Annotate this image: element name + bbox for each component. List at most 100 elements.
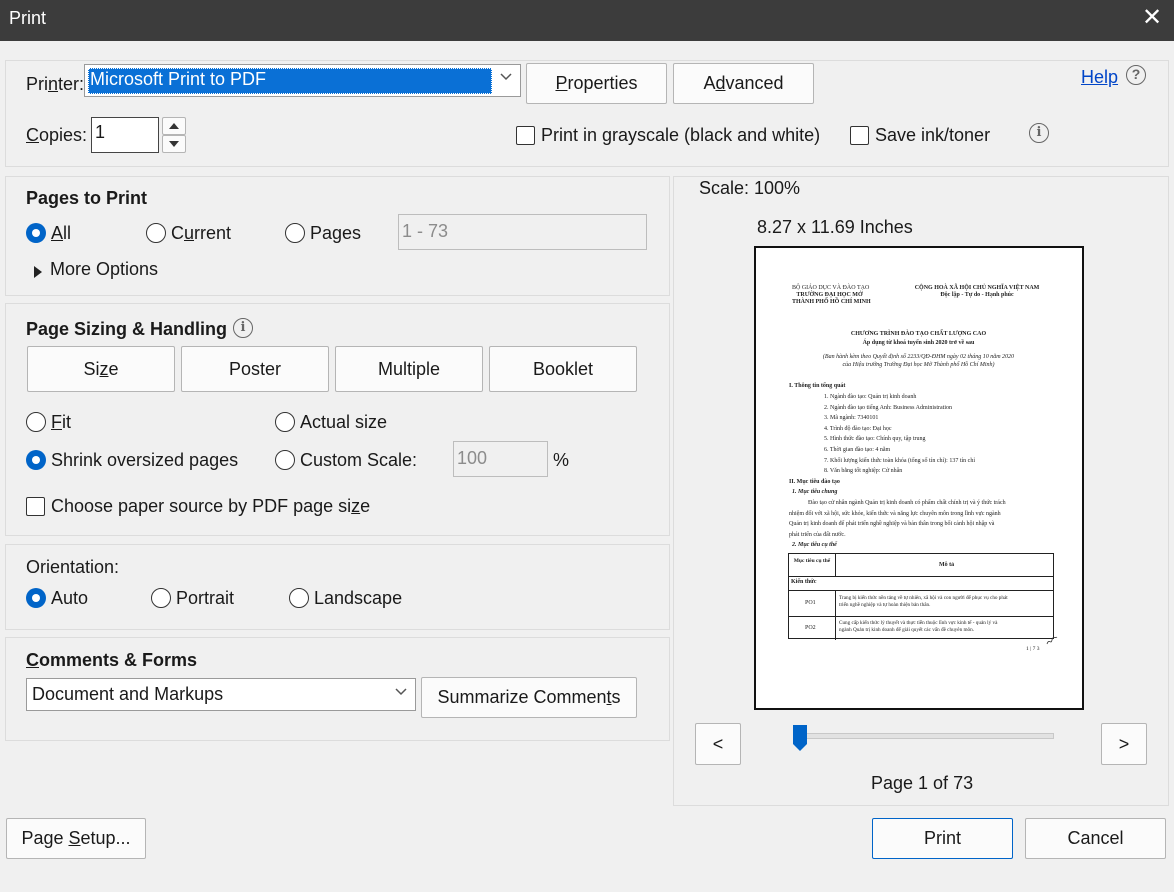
doc-decree-2: của Hiệu trưởng Trường Đại học Mở Thành … — [842, 362, 995, 368]
doc-para-line: phát triển của đất nước. — [789, 532, 846, 538]
doc-sub-2: 2. Mục tiêu cụ thể — [792, 542, 837, 548]
doc-item: 4. Trình độ đào tạo: Đại học — [824, 426, 892, 432]
pages-range-input[interactable]: 1 - 73 — [398, 214, 647, 250]
all-pages-label: All — [51, 223, 72, 243]
comments-forms-heading: Comments & Forms — [26, 650, 198, 670]
all-pages-radio[interactable] — [26, 223, 46, 243]
printer-selected-value: Microsoft Print to PDF — [90, 69, 267, 89]
pages-range-radio[interactable] — [285, 223, 305, 243]
doc-para-line: Đào tạo cử nhân ngành Quản trị kinh doan… — [808, 500, 1006, 506]
custom-scale-radio[interactable] — [275, 450, 295, 470]
doc-section-2: II. Mục tiêu đào tạo — [789, 479, 840, 485]
custom-scale-input[interactable]: 100 — [453, 441, 548, 477]
properties-button[interactable]: Properties — [526, 63, 667, 104]
page-indicator: Page 1 of 73 — [871, 773, 974, 793]
doc-item: 5. Hình thức đào tạo: Chính quy, tập tru… — [824, 436, 926, 442]
page-slider-track[interactable] — [796, 733, 1054, 739]
doc-table-group: Kiến thức — [791, 579, 817, 585]
doc-table-rule — [789, 616, 1053, 617]
comments-forms-selected-value: Document and Markups — [32, 684, 224, 704]
booklet-tab-button[interactable]: Booklet — [489, 346, 637, 392]
preview-size-text: 8.27 x 11.69 Inches — [757, 217, 913, 237]
copies-up-button[interactable] — [162, 117, 186, 135]
doc-left-header: BỘ GIÁO DỤC VÀ ĐÀO TẠO TRƯỜNG ĐẠI HỌC MỞ… — [792, 285, 871, 307]
chevron-down-icon — [499, 69, 513, 86]
shrink-oversized-radio[interactable] — [26, 450, 46, 470]
doc-subtitle: Áp dụng từ khoá tuyển sinh 2020 trở về s… — [862, 340, 975, 346]
more-options-triangle-icon[interactable] — [34, 262, 42, 283]
comments-forms-select[interactable]: Document and Markups — [26, 678, 416, 711]
actual-size-radio[interactable] — [275, 412, 295, 432]
summarize-comments-button[interactable]: Summarize Comments — [421, 677, 637, 718]
printer-select[interactable]: Microsoft Print to PDF — [84, 64, 521, 97]
doc-table-desc: ngành Quản trị kinh doanh để giải quyết … — [839, 627, 974, 633]
help-icon[interactable]: ? — [1126, 65, 1146, 85]
fit-radio[interactable] — [26, 412, 46, 432]
save-ink-label: Save ink/toner — [875, 125, 991, 145]
orientation-portrait-label: Portrait — [176, 588, 235, 608]
doc-table-rule — [835, 554, 836, 576]
doc-item: 1. Ngành đào tạo: Quản trị kinh doanh — [824, 394, 917, 400]
copies-input[interactable]: 1 — [91, 117, 159, 153]
multiple-tab-button[interactable]: Multiple — [335, 346, 483, 392]
window-title: Print — [9, 8, 47, 28]
current-page-radio[interactable] — [146, 223, 166, 243]
size-tab-button[interactable]: Size — [27, 346, 175, 392]
doc-city: THÀNH PHỐ HỒ CHÍ MINH — [792, 299, 871, 306]
next-page-button[interactable]: > — [1101, 723, 1147, 765]
page-sizing-heading: Page Sizing & Handling — [26, 319, 228, 339]
paper-source-label: Choose paper source by PDF page size — [51, 496, 371, 516]
shrink-oversized-label: Shrink oversized pages — [51, 450, 239, 470]
advanced-button[interactable]: Advanced — [673, 63, 814, 104]
doc-right-header: CỘNG HOÀ XÃ HỘI CHỦ NGHĨA VIỆT NAM Độc l… — [902, 285, 1052, 299]
orientation-landscape-label: Landscape — [314, 588, 403, 608]
more-options-toggle[interactable]: More Options — [50, 259, 158, 280]
doc-table-rule — [835, 590, 836, 640]
copies-label: Copies: — [26, 125, 88, 145]
grayscale-label: Print in grayscale (black and white) — [541, 125, 821, 145]
orientation-portrait-radio[interactable] — [151, 588, 171, 608]
previous-page-button[interactable]: < — [695, 723, 741, 765]
page-sizing-info-icon[interactable]: i — [233, 318, 253, 338]
help-link[interactable]: Help — [1081, 67, 1118, 88]
fit-label: Fit — [51, 412, 71, 432]
paper-source-checkbox[interactable] — [26, 497, 45, 516]
cancel-button[interactable]: Cancel — [1025, 818, 1166, 859]
doc-table-desc: triển nghề nghiệp và tự hoàn thiện bản t… — [839, 602, 931, 608]
orientation-auto-radio[interactable] — [26, 588, 46, 608]
doc-republic: CỘNG HOÀ XÃ HỘI CHỦ NGHĨA VIỆT NAM — [914, 285, 1040, 291]
poster-tab-button[interactable]: Poster — [181, 346, 329, 392]
custom-scale-label: Custom Scale: — [300, 450, 418, 470]
pages-range-label: Pages — [310, 223, 362, 243]
orientation-auto-label: Auto — [51, 588, 89, 608]
doc-table-header: Mục tiêu cụ thể — [793, 558, 831, 564]
current-page-label: Current — [171, 223, 232, 243]
page-slider-thumb[interactable] — [792, 724, 808, 752]
doc-table: Mục tiêu cụ thể Mô tả Kiến thức PO1 Tran… — [788, 553, 1054, 640]
signature-mark — [1046, 636, 1058, 649]
pages-to-print-heading: Pages to Print — [26, 188, 148, 208]
doc-table-rule — [789, 590, 1053, 591]
info-icon[interactable]: i — [1029, 123, 1049, 143]
title-bar: Print ✕ — [0, 0, 1174, 41]
doc-table-desc: Trang bị kiến thức nền tảng về tự nhiên,… — [839, 595, 1008, 601]
grayscale-checkbox[interactable] — [516, 126, 535, 145]
doc-table-rule — [789, 576, 1053, 577]
doc-item: 8. Văn bằng tốt nghiệp: Cử nhân — [824, 468, 903, 474]
chevron-down-icon — [394, 684, 408, 701]
doc-item: 6. Thời gian đào tạo: 4 năm — [824, 447, 891, 453]
doc-table-header: Mô tả — [939, 562, 955, 568]
copies-down-button[interactable] — [162, 135, 186, 153]
orientation-landscape-radio[interactable] — [289, 588, 309, 608]
doc-item: 3. Mã ngành: 7340101 — [824, 415, 879, 421]
print-button[interactable]: Print — [872, 818, 1013, 859]
doc-table-code: PO2 — [805, 625, 816, 631]
doc-item: 2. Ngành đào tạo tiếng Anh: Business Adm… — [824, 405, 952, 411]
close-icon[interactable]: ✕ — [1140, 4, 1164, 32]
page-setup-button[interactable]: Page Setup... — [6, 818, 146, 859]
doc-table-code: PO1 — [805, 600, 816, 606]
save-ink-checkbox[interactable] — [850, 126, 869, 145]
doc-table-desc: Cung cấp kiến thức lý thuyết và thực tiễ… — [839, 620, 998, 626]
printer-label: Printer: — [26, 74, 85, 94]
doc-title: CHƯƠNG TRÌNH ĐÀO TẠO CHẤT LƯỢNG CAO — [850, 331, 987, 337]
